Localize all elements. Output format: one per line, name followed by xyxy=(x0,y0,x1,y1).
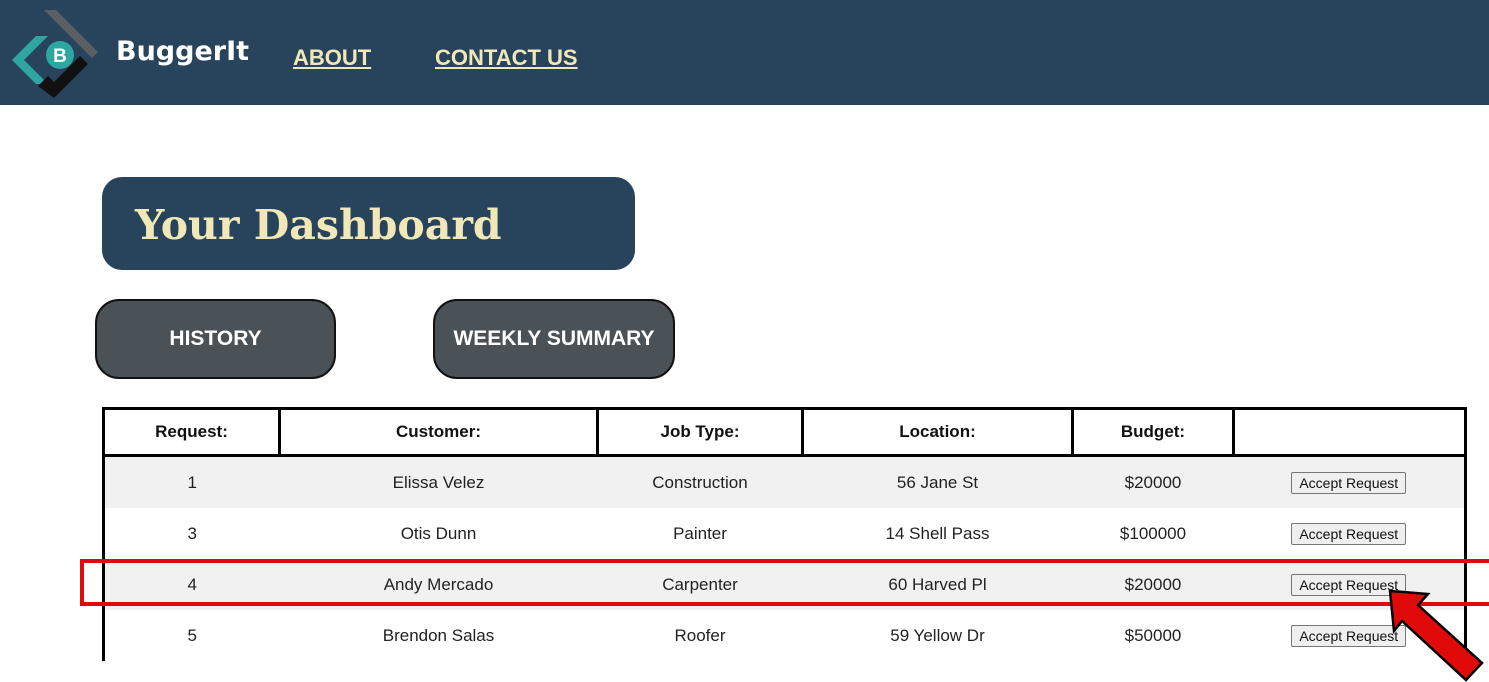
column-header-location: Location: xyxy=(801,407,1074,457)
requests-table: Request: Customer: Job Type: Location: B… xyxy=(102,407,1467,661)
cell-location: 59 Yellow Dr xyxy=(802,610,1073,661)
cell-action: Accept Request xyxy=(1233,455,1467,508)
cell-budget: $50000 xyxy=(1072,610,1234,661)
cell-request: 3 xyxy=(102,508,280,559)
nav-link-contact-us[interactable]: CONTACT US xyxy=(435,45,578,71)
table-row: 5 Brendon Salas Roofer 59 Yellow Dr $500… xyxy=(102,610,1467,661)
weekly-summary-button[interactable]: WEEKLY SUMMARY xyxy=(433,299,675,379)
cell-job-type: Roofer xyxy=(597,610,803,661)
cell-job-type: Carpenter xyxy=(597,559,803,610)
nav-link-about[interactable]: ABOUT xyxy=(293,45,371,71)
dashboard-title-banner: Your Dashboard xyxy=(102,177,635,270)
cell-action: Accept Request xyxy=(1233,508,1467,559)
cell-customer: Otis Dunn xyxy=(279,508,598,559)
accept-request-button[interactable]: Accept Request xyxy=(1291,522,1407,545)
top-navbar: B BuggerIt ABOUT CONTACT US xyxy=(0,0,1489,105)
column-header-job-type: Job Type: xyxy=(596,407,804,457)
brand-name[interactable]: BuggerIt xyxy=(116,36,249,67)
cell-customer: Brendon Salas xyxy=(279,610,598,661)
cell-request: 1 xyxy=(102,455,280,508)
cell-request: 4 xyxy=(102,559,280,610)
page-title: Your Dashboard xyxy=(135,201,502,249)
cell-location: 60 Harved Pl xyxy=(802,559,1073,610)
cell-request: 5 xyxy=(102,610,280,661)
table-header-row: Request: Customer: Job Type: Location: B… xyxy=(102,407,1467,457)
column-header-request: Request: xyxy=(102,407,281,457)
cell-customer: Andy Mercado xyxy=(279,559,598,610)
column-header-action xyxy=(1232,407,1467,457)
cell-location: 14 Shell Pass xyxy=(802,508,1073,559)
cell-location: 56 Jane St xyxy=(802,455,1073,508)
cell-job-type: Painter xyxy=(597,508,803,559)
table-row: 1 Elissa Velez Construction 56 Jane St $… xyxy=(102,455,1467,508)
red-arrow-icon xyxy=(1388,589,1484,682)
cell-budget: $100000 xyxy=(1072,508,1234,559)
logo-letter: B xyxy=(53,46,67,67)
column-header-customer: Customer: xyxy=(278,407,599,457)
accept-request-button[interactable]: Accept Request xyxy=(1291,471,1407,494)
table-row: 3 Otis Dunn Painter 14 Shell Pass $10000… xyxy=(102,508,1467,559)
table-row: 4 Andy Mercado Carpenter 60 Harved Pl $2… xyxy=(102,559,1467,610)
buggerit-logo-icon[interactable]: B xyxy=(8,6,108,104)
cell-job-type: Construction xyxy=(597,455,803,508)
cell-budget: $20000 xyxy=(1072,559,1234,610)
column-header-budget: Budget: xyxy=(1071,407,1235,457)
cell-customer: Elissa Velez xyxy=(279,455,598,508)
history-button[interactable]: HISTORY xyxy=(95,299,336,379)
cell-budget: $20000 xyxy=(1072,455,1234,508)
